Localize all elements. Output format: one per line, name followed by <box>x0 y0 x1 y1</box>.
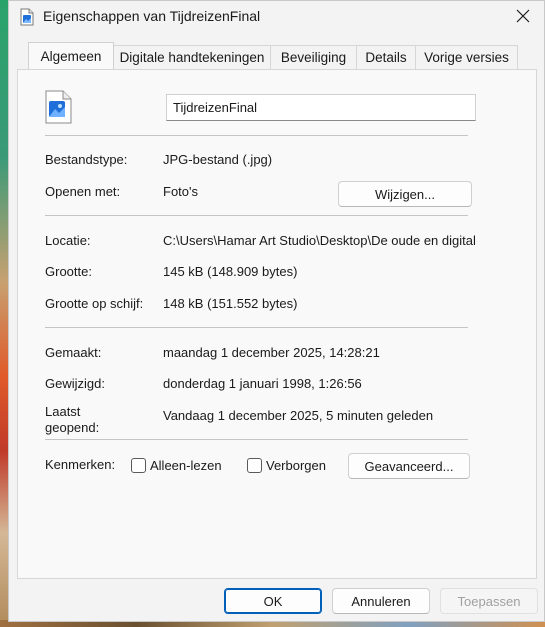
separator <box>45 439 468 440</box>
readonly-checkbox[interactable] <box>131 458 146 473</box>
title-bar[interactable]: Eigenschappen van TijdreizenFinal <box>9 1 545 33</box>
created-value: maandag 1 december 2025, 14:28:21 <box>163 345 380 360</box>
advanced-button[interactable]: Geavanceerd... <box>348 453 470 479</box>
separator <box>45 135 468 136</box>
accessed-value: Vandaag 1 december 2025, 5 minuten geled… <box>163 408 434 423</box>
properties-dialog: Eigenschappen van TijdreizenFinal Algeme… <box>8 0 545 622</box>
accessed-label-line2: geopend: <box>45 420 100 435</box>
close-button[interactable] <box>500 1 545 33</box>
file-type-value: JPG-bestand (.jpg) <box>163 152 273 167</box>
change-button[interactable]: Wijzigen... <box>338 181 472 207</box>
size-value: 145 kB (148.909 bytes) <box>163 264 298 279</box>
tab-label: Details <box>365 50 407 65</box>
tab-vorige-versies[interactable]: Vorige versies <box>415 45 518 69</box>
size-on-disk-label: Grootte op schijf: <box>45 296 144 311</box>
tab-details[interactable]: Details <box>356 45 416 69</box>
tab-label: Digitale handtekeningen <box>119 50 265 65</box>
hidden-checkbox[interactable] <box>247 458 262 473</box>
change-button-label: Wijzigen... <box>375 186 435 202</box>
size-on-disk-value: 148 kB (151.552 bytes) <box>163 296 298 311</box>
apply-button[interactable]: Toepassen <box>440 588 538 614</box>
cancel-button-label: Annuleren <box>351 593 411 609</box>
tab-label: Algemeen <box>40 48 102 64</box>
tab-digitale-handtekeningen[interactable]: Digitale handtekeningen <box>113 45 271 69</box>
size-label: Grootte: <box>45 264 92 279</box>
ok-button-label: OK <box>263 593 283 609</box>
tab-beveiliging[interactable]: Beveiliging <box>270 45 357 69</box>
readonly-label[interactable]: Alleen-lezen <box>150 458 222 473</box>
open-with-label: Openen met: <box>45 184 121 199</box>
ok-button[interactable]: OK <box>224 588 322 614</box>
general-tab-panel <box>17 69 537 579</box>
modified-value: donderdag 1 januari 1998, 1:26:56 <box>163 376 362 391</box>
separator <box>45 327 468 328</box>
advanced-button-label: Geavanceerd... <box>364 458 454 474</box>
separator <box>45 215 468 216</box>
created-label: Gemaakt: <box>45 345 102 360</box>
file-type-label: Bestandstype: <box>45 152 128 167</box>
tab-algemeen[interactable]: Algemeen <box>28 42 114 69</box>
close-icon <box>516 9 530 26</box>
tab-label: Vorige versies <box>424 50 509 65</box>
modified-label: Gewijzigd: <box>45 376 105 391</box>
image-file-icon <box>18 8 36 26</box>
open-with-value: Foto's <box>163 184 198 199</box>
image-file-icon <box>41 89 77 125</box>
attributes-label: Kenmerken: <box>45 457 116 472</box>
cancel-button[interactable]: Annuleren <box>332 588 430 614</box>
hidden-label[interactable]: Verborgen <box>266 458 326 473</box>
window-title: Eigenschappen van TijdreizenFinal <box>43 8 261 24</box>
tab-label: Beveiliging <box>280 50 347 65</box>
accessed-label-line1: Laatst <box>45 404 81 419</box>
apply-button-label: Toepassen <box>457 593 521 609</box>
file-name-input[interactable] <box>166 94 476 121</box>
location-value: C:\Users\Hamar Art Studio\Desktop\De oud… <box>163 233 475 248</box>
location-label: Locatie: <box>45 233 91 248</box>
